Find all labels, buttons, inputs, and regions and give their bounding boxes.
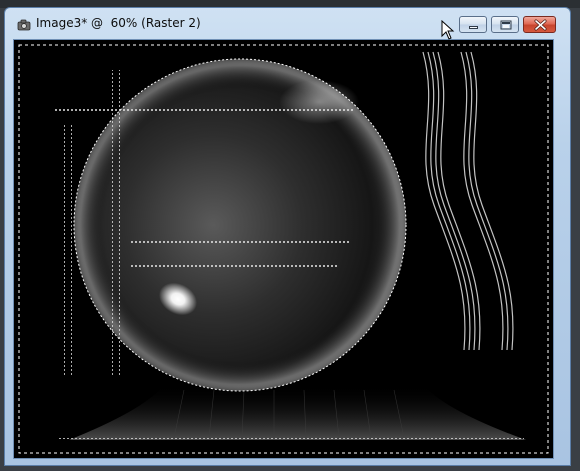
maximize-icon [500, 20, 512, 30]
mouse-pointer-icon [441, 20, 455, 40]
title-bar[interactable]: Image3* @ 60% (Raster 2) [5, 8, 570, 38]
window-title: Image3* @ 60% (Raster 2) [36, 16, 201, 30]
maximize-button[interactable] [491, 16, 519, 33]
canvas-artwork [14, 40, 553, 458]
image-canvas[interactable] [13, 39, 554, 459]
minimize-button[interactable] [459, 16, 487, 33]
camera-icon[interactable] [17, 17, 31, 31]
close-icon [534, 19, 547, 31]
minimize-icon [469, 26, 478, 29]
close-button[interactable] [523, 16, 556, 33]
image-window: Image3* @ 60% (Raster 2) [4, 7, 571, 466]
